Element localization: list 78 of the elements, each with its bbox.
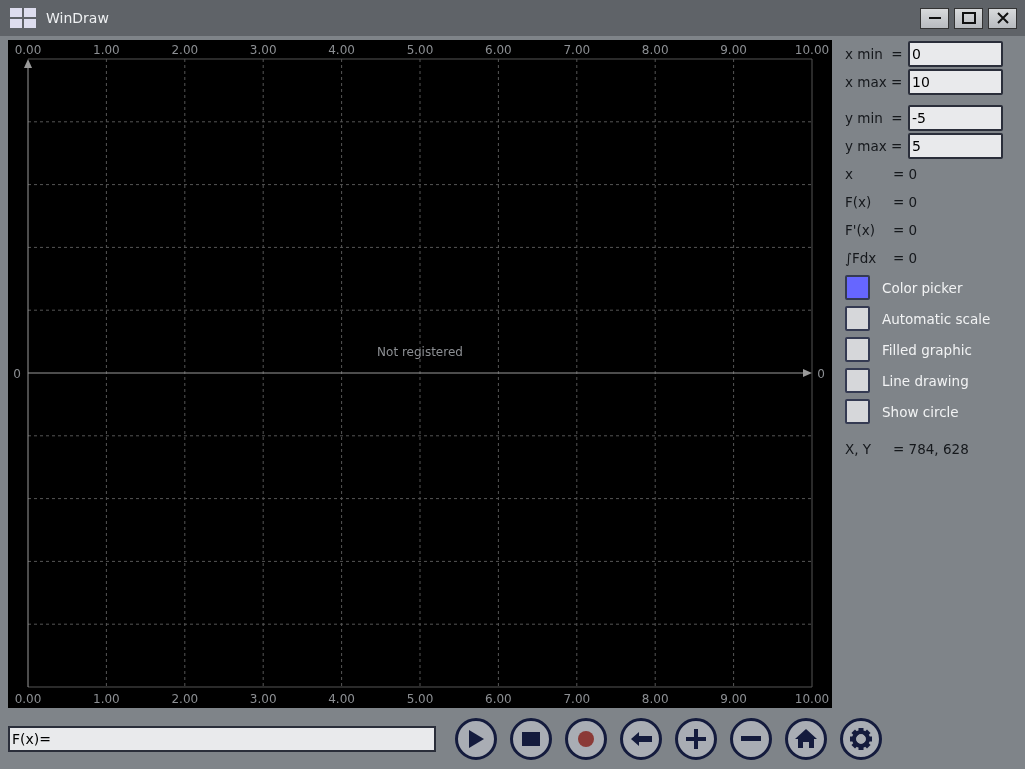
checkbox[interactable] [845,399,870,424]
option-label: Filled graphic [882,341,972,358]
readout-label: F(x) [845,194,873,210]
x-tick-label: 8.00 [641,692,669,706]
readout-value: = 0 [893,250,918,266]
close-button[interactable] [988,7,1017,29]
minimize-button[interactable] [920,7,949,29]
range-field[interactable]: 10 [908,69,1003,95]
close-icon [996,12,1009,24]
readout-value: = 0 [893,194,918,210]
x-tick-label: 9.00 [720,43,747,57]
checkbox[interactable] [845,306,870,331]
option-label: Show circle [882,403,959,420]
settings-button[interactable] [840,717,882,760]
range-field[interactable]: 5 [908,133,1003,159]
option-label: Color picker [882,279,963,296]
readout-value: = 0 [893,166,918,182]
x-tick-label: 2.00 [171,43,199,57]
readout-label: ∫Fdx [845,250,878,266]
field-label: x min = [845,46,904,62]
readout-label: F'(x) [845,222,876,238]
x-tick-label: 7.00 [563,43,591,57]
record-button[interactable] [565,717,607,760]
x-tick-label: 6.00 [485,692,512,706]
x-tick-label: 2.00 [171,692,199,706]
x-tick-label: 4.00 [328,692,355,706]
home-icon [795,729,817,748]
x-tick-label: 10.00 [794,692,830,706]
minimize-icon [928,17,941,19]
play-icon [468,729,484,748]
maximize-button[interactable] [954,7,983,29]
readout-value: = 0 [893,222,918,238]
stop-button[interactable] [510,717,552,760]
record-icon [578,730,594,747]
axis-label: 0 [817,367,825,381]
formula-field[interactable]: F(x)= [8,725,436,752]
x-tick-label: 10.00 [794,43,830,57]
checkbox[interactable] [845,368,870,393]
readout-label: x [845,166,854,182]
maximize-icon [961,12,976,24]
x-tick-label: 7.00 [563,692,591,706]
x-tick-label: 5.00 [406,43,434,57]
x-tick-label: 9.00 [720,692,747,706]
x-tick-label: 0.00 [14,43,42,57]
field-label: y max = [845,138,904,154]
x-tick-label: 3.00 [249,43,277,57]
option-label: Line drawing [882,372,969,389]
range-field[interactable]: 0 [908,41,1003,67]
plus-button[interactable] [675,717,717,760]
minus-icon [741,736,761,741]
x-tick-label: 1.00 [93,43,120,57]
cursor-value: = 784, 628 [893,441,969,457]
window-title: WinDraw [46,10,110,26]
app-icon [10,8,36,28]
x-tick-label: 0.00 [14,692,42,706]
plus-icon [686,728,706,749]
left-arrow-icon [630,731,652,746]
play-button[interactable] [455,717,497,760]
x-tick-label: 5.00 [406,692,434,706]
x-tick-label: 3.00 [249,692,277,706]
option-label: Automatic scale [882,310,991,327]
range-field[interactable]: -5 [908,105,1003,131]
x-tick-label: 6.00 [485,43,512,57]
color-swatch[interactable] [845,275,870,300]
cursor-label: X, Y [845,441,873,457]
field-label: y min = [845,110,904,126]
settings-icon [850,727,872,750]
back-button[interactable] [620,717,662,760]
home-button[interactable] [785,717,827,760]
stop-icon [522,731,540,746]
unregistered-notice: Not registered [377,345,463,359]
checkbox[interactable] [845,337,870,362]
x-tick-label: 1.00 [93,692,120,706]
x-tick-label: 8.00 [641,43,669,57]
x-tick-label: 4.00 [328,43,355,57]
minus-button[interactable] [730,717,772,760]
field-label: x max = [845,74,904,90]
axis-label: 0 [13,367,21,381]
